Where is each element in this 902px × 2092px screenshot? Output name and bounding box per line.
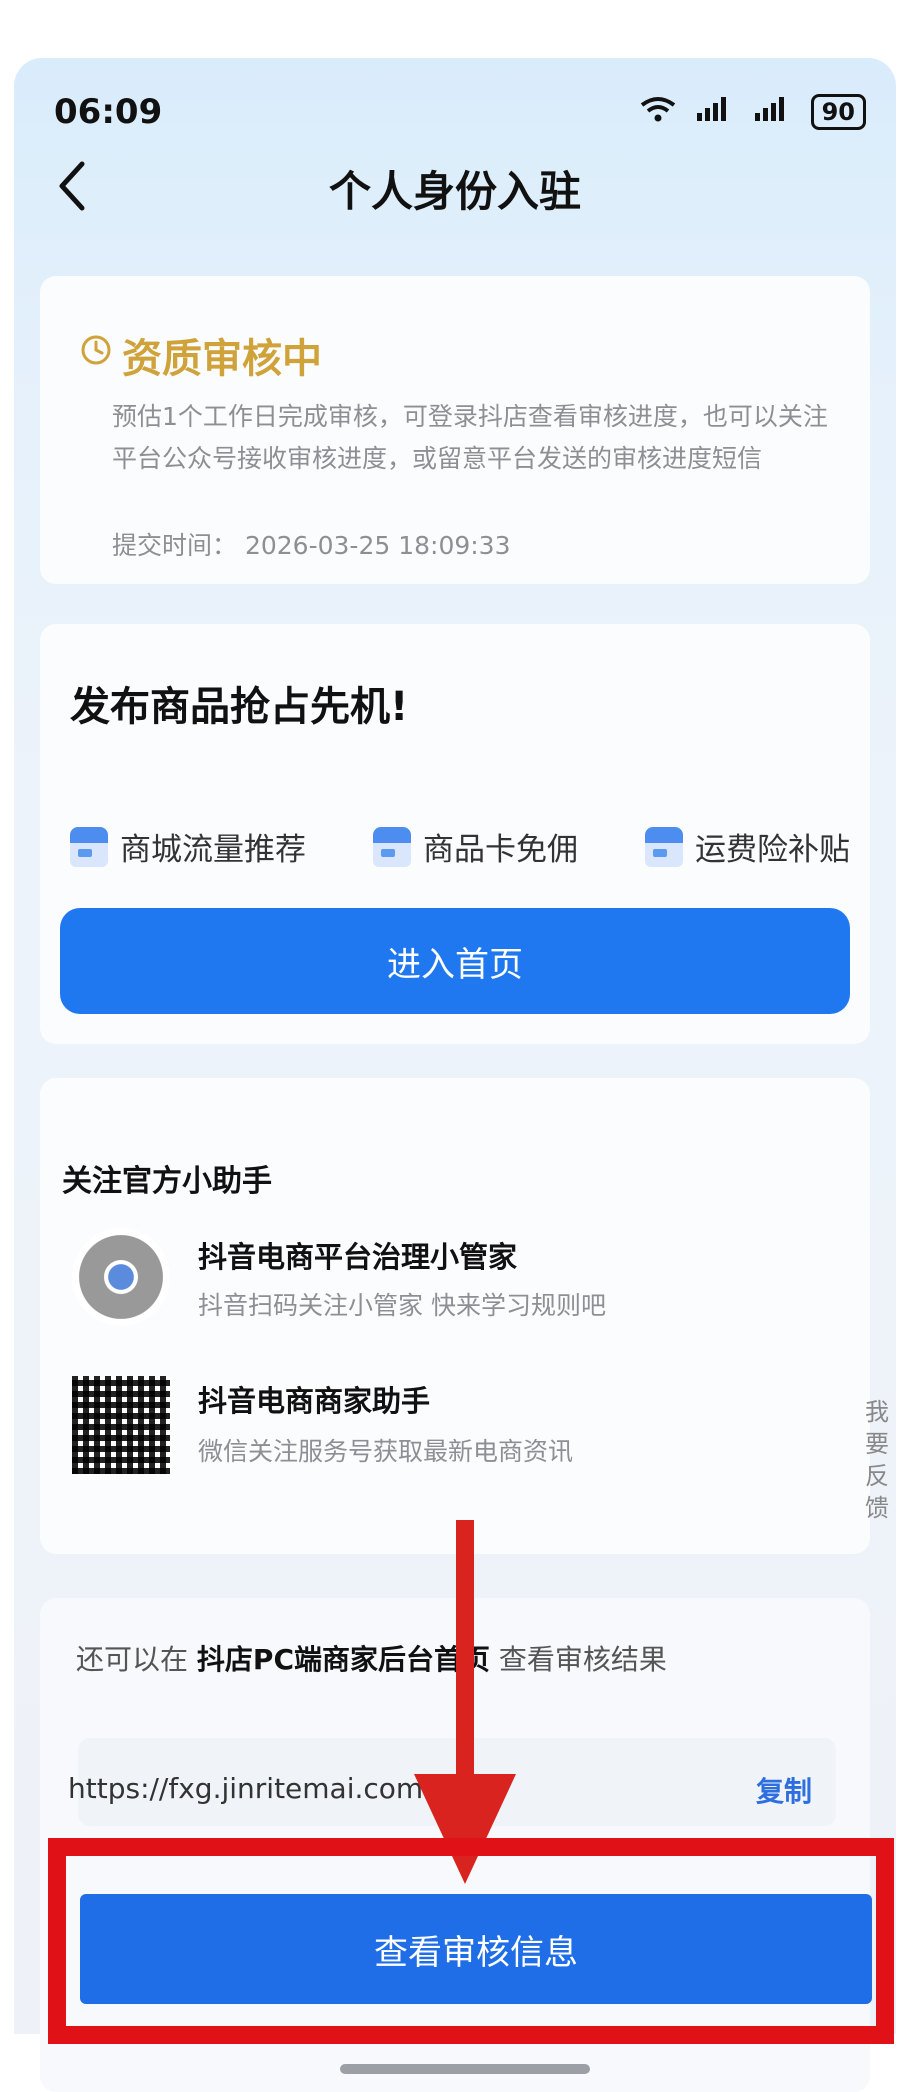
assistant-name: 抖音电商平台治理小管家 bbox=[198, 1240, 518, 1274]
copy-button[interactable]: 复制 bbox=[756, 1770, 812, 1810]
pc-note-highlight: 抖店PC端商家后台首页 bbox=[196, 1643, 490, 1676]
store-icon bbox=[373, 826, 411, 867]
benefit-label: 商品卡免佣 bbox=[423, 832, 578, 868]
page-title: 个人身份入驻 bbox=[328, 167, 581, 216]
phone-screen: 06:09 90 个人身份入驻 资质审核中 预估1个工作日完成审核，可登录抖店查… bbox=[14, 58, 896, 2092]
status-icons: 90 bbox=[639, 94, 866, 130]
store-icon bbox=[70, 826, 108, 867]
wifi-icon bbox=[639, 95, 677, 130]
status-time: 06:09 bbox=[54, 92, 163, 132]
benefits-list: 商城流量推荐 商品卡免佣 运费险补贴 bbox=[70, 824, 850, 869]
clock-icon bbox=[81, 335, 111, 365]
benefit-item: 运费险补贴 bbox=[645, 824, 850, 869]
enter-home-button[interactable]: 进入首页 bbox=[60, 908, 850, 1014]
review-status-title: 资质审核中 bbox=[122, 336, 322, 382]
battery-icon: 90 bbox=[810, 94, 866, 130]
signal-icon-1 bbox=[695, 95, 735, 130]
follow-assistant-title: 关注官方小助手 bbox=[62, 1164, 272, 1199]
benefit-item: 商品卡免佣 bbox=[373, 824, 578, 869]
promo-title: 发布商品抢占先机! bbox=[70, 684, 409, 730]
review-status-description: 预估1个工作日完成审核，可登录抖店查看审核进度，也可以关注平台公众号接收审核进度… bbox=[112, 402, 828, 473]
pc-backend-note: 还可以在 抖店PC端商家后台首页 查看审核结果 bbox=[76, 1638, 667, 1678]
assistant-subtitle: 微信关注服务号获取最新电商资讯 bbox=[198, 1437, 574, 1466]
home-indicator bbox=[340, 2064, 590, 2074]
pc-note-prefix: 还可以在 bbox=[76, 1643, 189, 1676]
feedback-tab[interactable]: 我要反馈 bbox=[862, 1396, 892, 1524]
submit-time-label: 提交时间： bbox=[112, 531, 238, 560]
annotation-arrow-shaft bbox=[456, 1520, 474, 1780]
pc-note-suffix: 查看审核结果 bbox=[498, 1643, 667, 1676]
assistant-subtitle: 抖音扫码关注小管家 快来学习规则吧 bbox=[198, 1291, 606, 1320]
benefit-label: 商城流量推荐 bbox=[120, 832, 306, 868]
submit-time-value: 2026-03-25 18:09:33 bbox=[244, 531, 511, 560]
store-icon bbox=[645, 826, 683, 867]
submit-time-row: 提交时间： 2026-03-25 18:09:33 bbox=[112, 526, 510, 562]
benefit-item: 商城流量推荐 bbox=[70, 824, 306, 869]
qr-code-icon bbox=[72, 1376, 170, 1474]
signal-icon-2 bbox=[753, 95, 793, 130]
view-review-info-button[interactable]: 查看审核信息 bbox=[80, 1894, 872, 2004]
assistant-name: 抖音电商商家助手 bbox=[198, 1384, 431, 1418]
qr-code-icon bbox=[72, 1228, 170, 1326]
backend-url: https://fxg.jinritemai.com bbox=[68, 1772, 424, 1805]
review-status-card: 资质审核中 预估1个工作日完成审核，可登录抖店查看审核进度，也可以关注平台公众号… bbox=[40, 276, 870, 584]
benefit-label: 运费险补贴 bbox=[695, 832, 850, 868]
